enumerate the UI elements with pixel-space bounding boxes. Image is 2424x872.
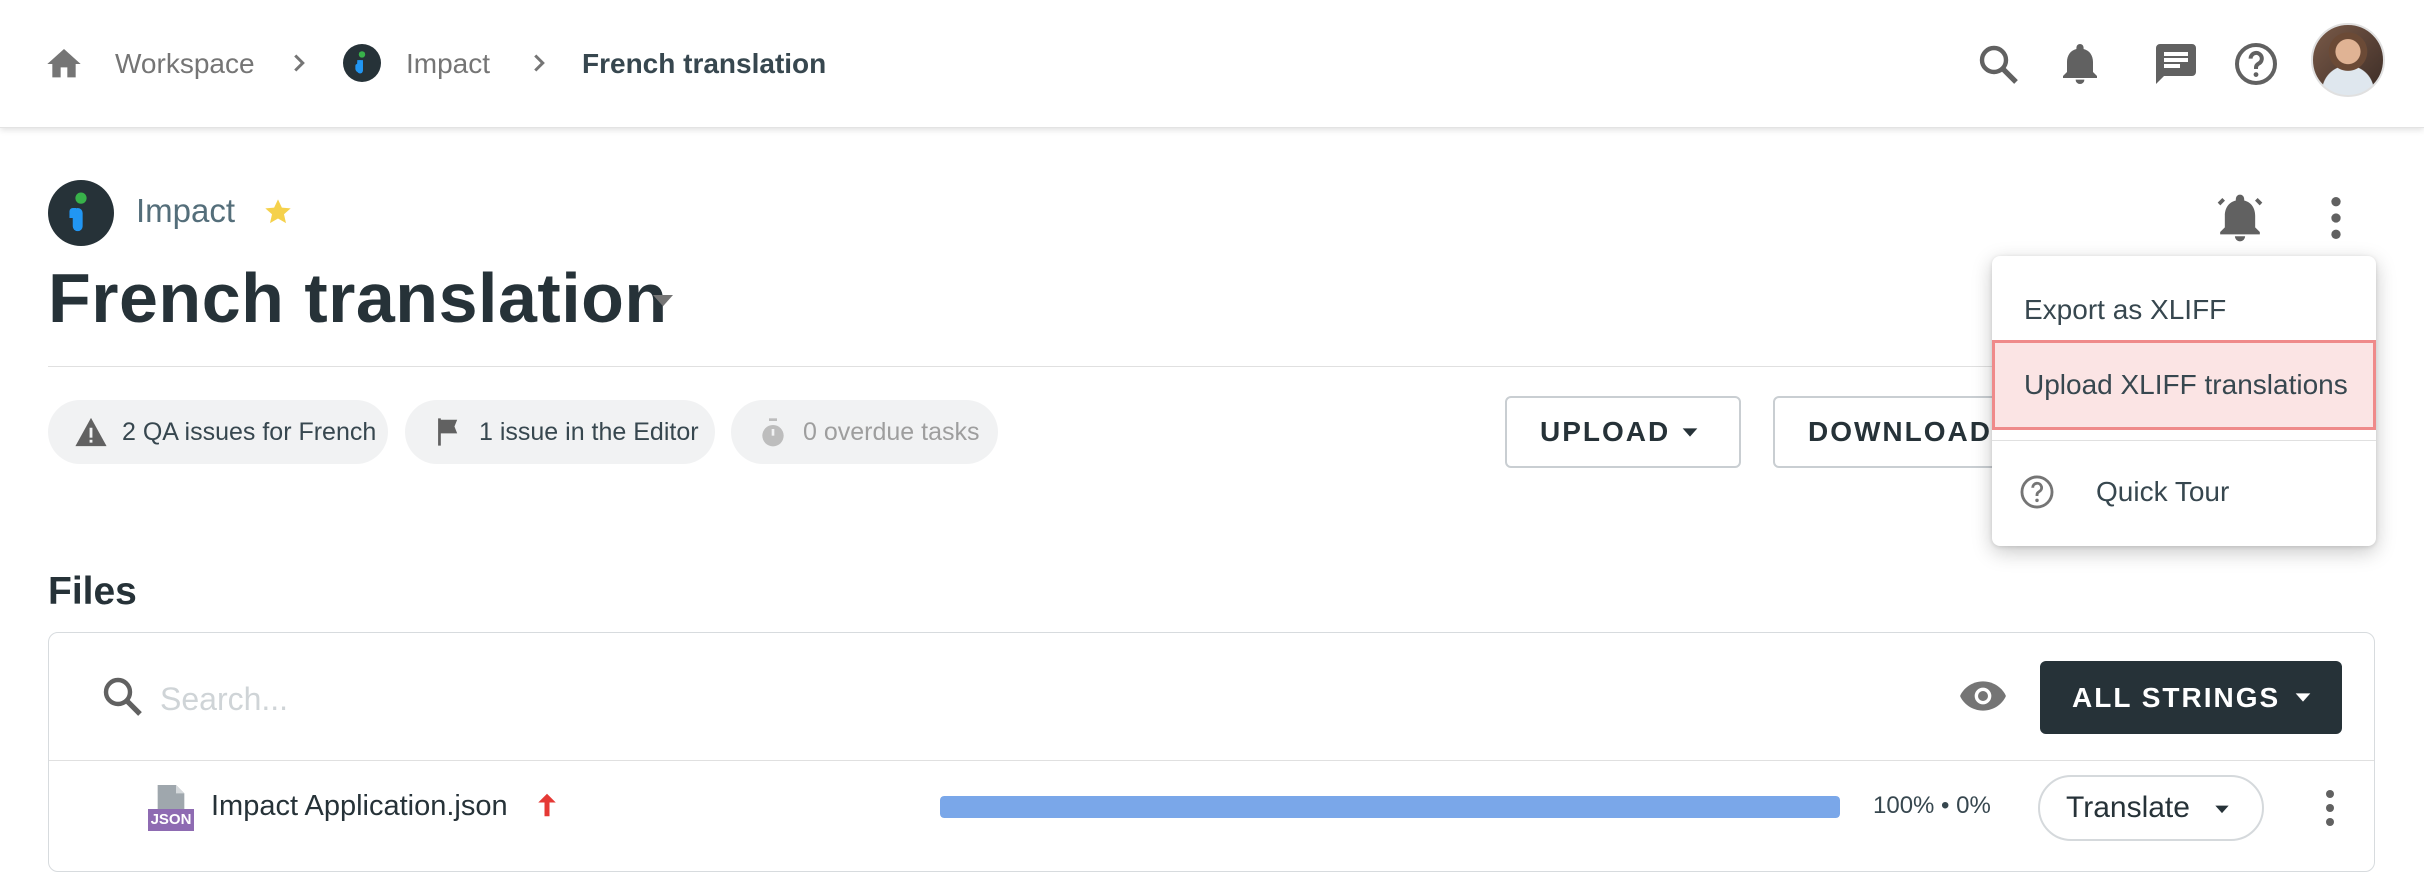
file-type-badge: JSON xyxy=(148,809,194,831)
menu-export-xliff-label: Export as XLIFF xyxy=(2024,294,2227,325)
files-card xyxy=(48,632,2375,872)
qa-issues-chip[interactable]: 2 QA issues for French xyxy=(48,400,388,464)
overdue-tasks-label: 0 overdue tasks xyxy=(803,418,980,446)
file-progress-fill xyxy=(940,796,1840,818)
chat-icon[interactable] xyxy=(2152,40,2200,88)
caret-down-icon xyxy=(2215,805,2229,814)
row-more-vertical-icon[interactable] xyxy=(2310,784,2350,832)
download-button[interactable]: DOWNLOAD xyxy=(1773,396,2003,468)
star-icon[interactable] xyxy=(262,196,294,228)
files-search-input[interactable] xyxy=(158,670,1162,728)
menu-upload-xliff-label: Upload XLIFF translations xyxy=(2024,369,2348,400)
translate-button[interactable]: Translate xyxy=(2038,775,2264,841)
row-divider xyxy=(49,760,2374,761)
breadcrumb-project[interactable]: Impact xyxy=(406,46,490,82)
search-icon xyxy=(103,677,142,716)
upload-button-label: UPLOAD xyxy=(1540,416,1671,447)
project-logo-icon xyxy=(48,180,114,246)
caret-down-icon xyxy=(1682,428,1698,437)
menu-quick-tour[interactable]: Quick Tour xyxy=(1992,452,2376,532)
breadcrumb-current: French translation xyxy=(582,48,827,79)
caret-down-icon xyxy=(2295,693,2311,702)
help-icon[interactable] xyxy=(2232,40,2280,88)
project-logo-icon xyxy=(343,44,381,82)
more-vertical-icon[interactable] xyxy=(2314,190,2358,246)
download-button-label: DOWNLOAD xyxy=(1808,416,1992,447)
all-strings-label: ALL STRINGS xyxy=(2072,682,2281,713)
page-title: French translation xyxy=(48,259,668,337)
all-strings-button[interactable]: ALL STRINGS xyxy=(2040,661,2342,734)
file-progress-text: 100% • 0% xyxy=(1873,792,1991,819)
overflow-menu: Export as XLIFF Upload XLIFF translation… xyxy=(1992,256,2376,546)
timer-icon xyxy=(762,418,784,447)
menu-upload-xliff[interactable]: Upload XLIFF translations xyxy=(1992,340,2376,430)
search-icon[interactable] xyxy=(1974,40,2022,88)
upload-button[interactable]: UPLOAD xyxy=(1505,396,1741,468)
top-bar: Workspace Impact French translation xyxy=(0,0,2424,128)
caret-down-icon[interactable] xyxy=(648,290,678,310)
file-progress-bar xyxy=(940,796,1840,818)
bell-icon[interactable] xyxy=(2056,40,2104,88)
editor-issues-label: 1 issue in the Editor xyxy=(479,418,699,446)
file-type-icon: JSON xyxy=(148,785,196,831)
translate-button-label: Translate xyxy=(2066,791,2190,824)
flag-icon xyxy=(438,418,458,446)
editor-issues-chip[interactable]: 1 issue in the Editor xyxy=(405,400,715,464)
menu-export-xliff[interactable]: Export as XLIFF xyxy=(1992,276,2376,344)
eye-icon[interactable] xyxy=(1958,674,2008,718)
chevron-right-icon xyxy=(534,54,545,72)
files-section-title: Files xyxy=(48,570,137,613)
project-name[interactable]: Impact xyxy=(136,192,235,230)
home-icon[interactable] xyxy=(44,44,84,84)
menu-quick-tour-label: Quick Tour xyxy=(2096,476,2230,507)
file-name[interactable]: Impact Application.json xyxy=(211,790,508,823)
menu-divider xyxy=(1992,440,2376,441)
help-icon xyxy=(2020,475,2054,509)
breadcrumb-workspace[interactable]: Workspace xyxy=(115,46,255,82)
notification-bell-icon[interactable] xyxy=(2212,190,2268,246)
chevron-right-icon xyxy=(294,54,305,72)
warning-icon xyxy=(75,417,107,447)
overdue-tasks-chip: 0 overdue tasks xyxy=(731,400,998,464)
qa-issues-label: 2 QA issues for French xyxy=(122,418,377,446)
arrow-up-icon xyxy=(538,793,556,817)
avatar[interactable] xyxy=(2311,23,2385,97)
